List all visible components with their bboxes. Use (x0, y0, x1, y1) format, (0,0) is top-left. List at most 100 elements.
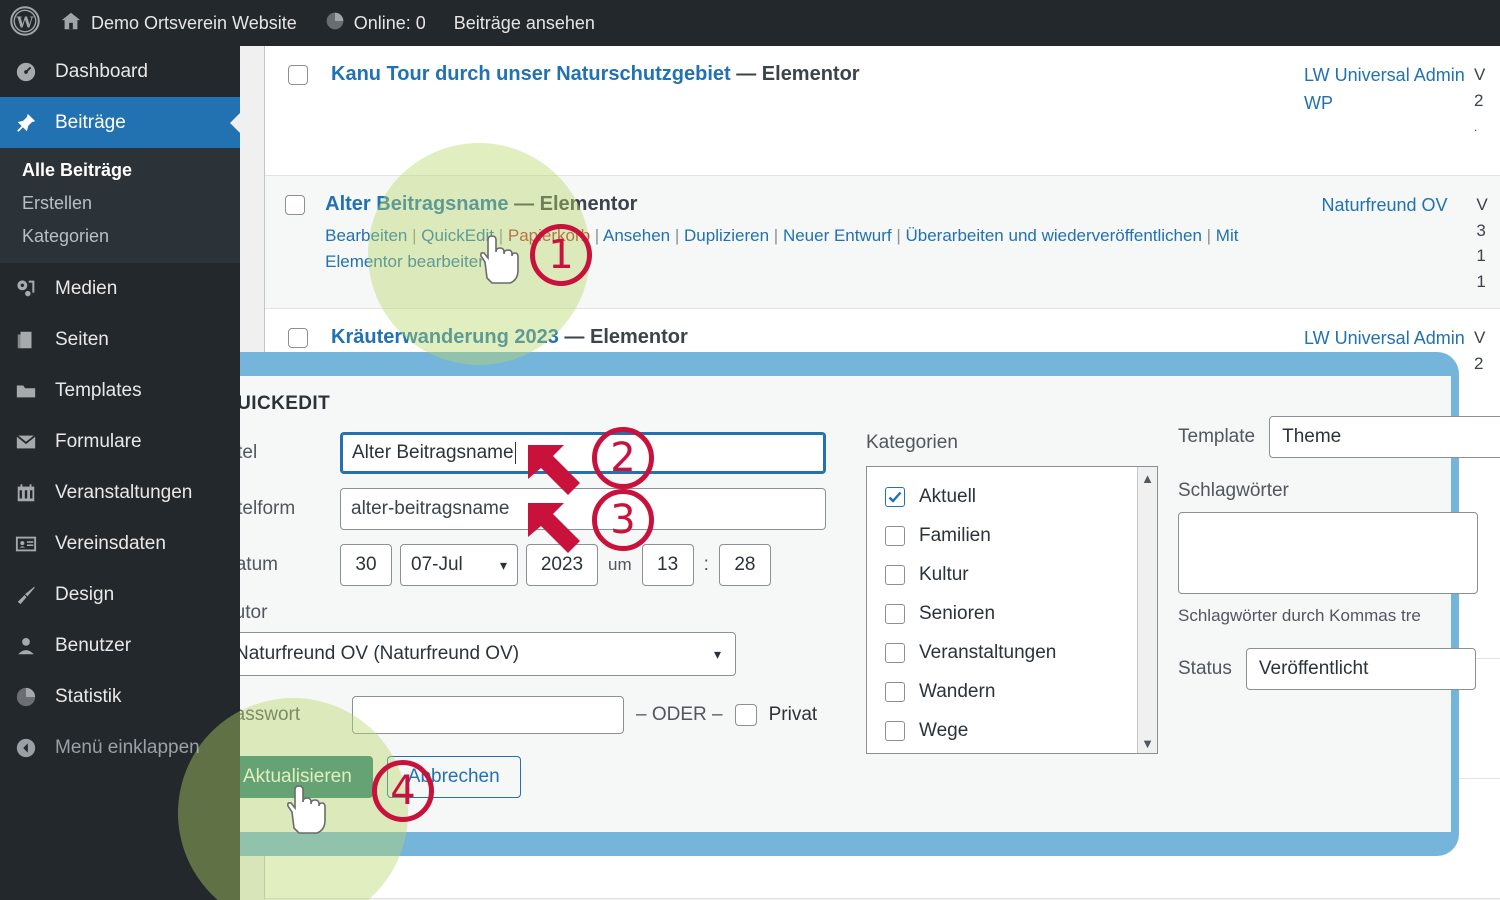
title-input-value: Alter Beitragsname (352, 442, 514, 463)
author-select[interactable]: Naturfreund OV (Naturfreund OV) ▾ (222, 632, 736, 676)
status-select[interactable]: Veröffentlicht (1245, 648, 1476, 690)
category-item-familien[interactable]: Familien (885, 516, 1157, 555)
sidebar-item-benutzer[interactable]: Benutzer (0, 620, 240, 671)
action-view[interactable]: Ansehen (603, 226, 670, 245)
chevron-down-icon: ▾ (499, 556, 507, 573)
category-label: Wege (919, 719, 969, 741)
post-title-suffix: — Elementor (514, 193, 638, 215)
sidebar-item-design[interactable]: Design (0, 569, 240, 620)
category-label: Aktuell (919, 485, 977, 507)
category-item-senioren[interactable]: Senioren (885, 594, 1157, 633)
status-row: Status Veröffentlicht (1178, 648, 1500, 690)
admin-sidebar: Dashboard Beiträge Alle Beiträge Erstell… (0, 46, 240, 900)
category-label: Wandern (919, 680, 996, 702)
row-status-cell: V311 (1476, 195, 1488, 291)
categories-scrollbar[interactable]: ▲ ▼ (1137, 467, 1157, 753)
sidebar-item-statistik[interactable]: Statistik (0, 671, 240, 722)
post-title-link[interactable]: Kräuterwanderung 2023 — Elementor (331, 325, 1292, 350)
sidebar-item-alle-beitraege[interactable]: Alle Beiträge (0, 154, 240, 187)
dashboard-icon (14, 60, 38, 84)
sidebar-item-dashboard[interactable]: Dashboard (0, 46, 240, 97)
row-select-cell (265, 192, 325, 294)
row-title-cell: Kanu Tour durch unser Naturschutzgebiet … (331, 62, 1304, 161)
category-item-kultur[interactable]: Kultur (885, 555, 1157, 594)
template-row: Template Theme (1178, 416, 1500, 458)
action-duplicate[interactable]: Duplizieren (684, 226, 769, 245)
status-label: Status (1178, 658, 1232, 679)
category-checkbox[interactable] (885, 486, 905, 507)
step-marker-number: 1 (548, 232, 574, 278)
wordpress-logo-button[interactable]: W (0, 0, 46, 46)
sidebar-item-erstellen[interactable]: Erstellen (0, 187, 240, 220)
row-author-cell[interactable]: Naturfreund OV (1321, 192, 1476, 294)
row-status-cell: V2. (1474, 65, 1486, 134)
sidebar-item-label: Templates (55, 379, 142, 401)
tags-textarea[interactable] (1178, 512, 1478, 594)
category-label: Veranstaltungen (919, 641, 1057, 663)
site-name-button[interactable]: Demo Ortsverein Website (46, 0, 311, 46)
action-rewrite-republish[interactable]: Überarbeiten und wiederveröffentlichen (905, 226, 1201, 245)
table-row[interactable]: Alter Beitragsname — Elementor Bearbeite… (265, 176, 1500, 309)
action-edit[interactable]: Bearbeiten (325, 226, 407, 245)
sidebar-item-label: Dashboard (55, 60, 148, 82)
category-checkbox[interactable] (885, 525, 905, 546)
sidebar-item-beitraege[interactable]: Beiträge (0, 97, 240, 148)
category-item-veranstaltungen[interactable]: Veranstaltungen (885, 633, 1157, 672)
sidebar-item-label: Medien (55, 277, 118, 299)
sidebar-item-veranstaltungen[interactable]: Veranstaltungen (0, 467, 240, 518)
sidebar-item-medien[interactable]: Medien (0, 263, 240, 314)
row-checkbox[interactable] (288, 328, 308, 348)
chevron-down-icon[interactable]: ▼ (1141, 736, 1154, 751)
sidebar-item-vereinsdaten[interactable]: Vereinsdaten (0, 518, 240, 569)
quickedit-categories-column: Kategorien Aktuell Familien Kultur Senio… (866, 432, 1166, 754)
categories-list: Aktuell Familien Kultur Senioren Veranst… (867, 467, 1157, 750)
date-hour-input[interactable]: 13 (641, 544, 694, 586)
sidebar-item-label: Benutzer (55, 634, 132, 656)
date-month-select[interactable]: 07-Jul ▾ (400, 544, 518, 586)
view-posts-link[interactable]: Beiträge ansehen (440, 0, 609, 46)
category-item-wege[interactable]: Wege (885, 711, 1157, 750)
post-title-link[interactable]: Kanu Tour durch unser Naturschutzgebiet … (331, 62, 1292, 87)
sidebar-item-formulare[interactable]: Formulare (0, 416, 240, 467)
post-title-link[interactable]: Alter Beitragsname — Elementor (325, 192, 1309, 217)
sidebar-item-templates[interactable]: Templates (0, 365, 240, 416)
row-checkbox[interactable] (285, 195, 306, 215)
row-actions: Bearbeiten | QuickEdit | Papierkorb | An… (325, 226, 1239, 272)
category-checkbox[interactable] (885, 642, 905, 663)
category-item-aktuell[interactable]: Aktuell (885, 477, 1157, 516)
template-label: Template (1178, 426, 1256, 447)
online-counter[interactable]: Online: 0 (311, 0, 440, 46)
sidebar-item-label: Formulare (55, 430, 142, 452)
password-input[interactable] (352, 696, 624, 734)
step-marker-3: 3 (592, 489, 654, 551)
date-month-value: 07-Jul (411, 554, 463, 575)
action-new-draft[interactable]: Neuer Entwurf (783, 226, 892, 245)
private-checkbox[interactable] (734, 704, 757, 726)
row-author-cell[interactable]: LW Universal Admin WP (1304, 62, 1474, 161)
sidebar-item-label: Seiten (55, 328, 109, 350)
category-checkbox[interactable] (885, 564, 905, 585)
quickedit-panel: QUICKEDIT Titel Alter Beitragsname Titel… (176, 352, 1500, 856)
template-select[interactable]: Theme (1269, 416, 1500, 458)
row-checkbox[interactable] (288, 65, 308, 85)
category-checkbox[interactable] (885, 681, 905, 702)
table-row[interactable]: Kanu Tour durch unser Naturschutzgebiet … (265, 46, 1500, 176)
date-day-input[interactable]: 30 (340, 544, 392, 586)
password-row: Passwort – ODER – Privat (222, 696, 842, 734)
collapse-menu-button[interactable]: Menü einklappen (0, 722, 240, 773)
category-checkbox[interactable] (885, 603, 905, 624)
user-icon (14, 634, 38, 658)
text-caret (514, 442, 516, 464)
category-checkbox[interactable] (885, 720, 905, 741)
category-item-wandern[interactable]: Wandern (885, 672, 1157, 711)
sidebar-item-kategorien[interactable]: Kategorien (0, 220, 240, 253)
folder-icon (14, 379, 38, 403)
chevron-up-icon[interactable]: ▲ (1141, 471, 1154, 486)
step-marker-1: 1 (530, 224, 592, 286)
sidebar-item-label: Veranstaltungen (55, 481, 193, 503)
sidebar-item-seiten[interactable]: Seiten (0, 314, 240, 365)
chevron-down-icon: ▾ (713, 645, 721, 662)
date-minute-input[interactable]: 28 (718, 544, 771, 586)
date-colon-separator: : (703, 554, 709, 575)
categories-list-box: Aktuell Familien Kultur Senioren Veranst… (866, 466, 1158, 754)
